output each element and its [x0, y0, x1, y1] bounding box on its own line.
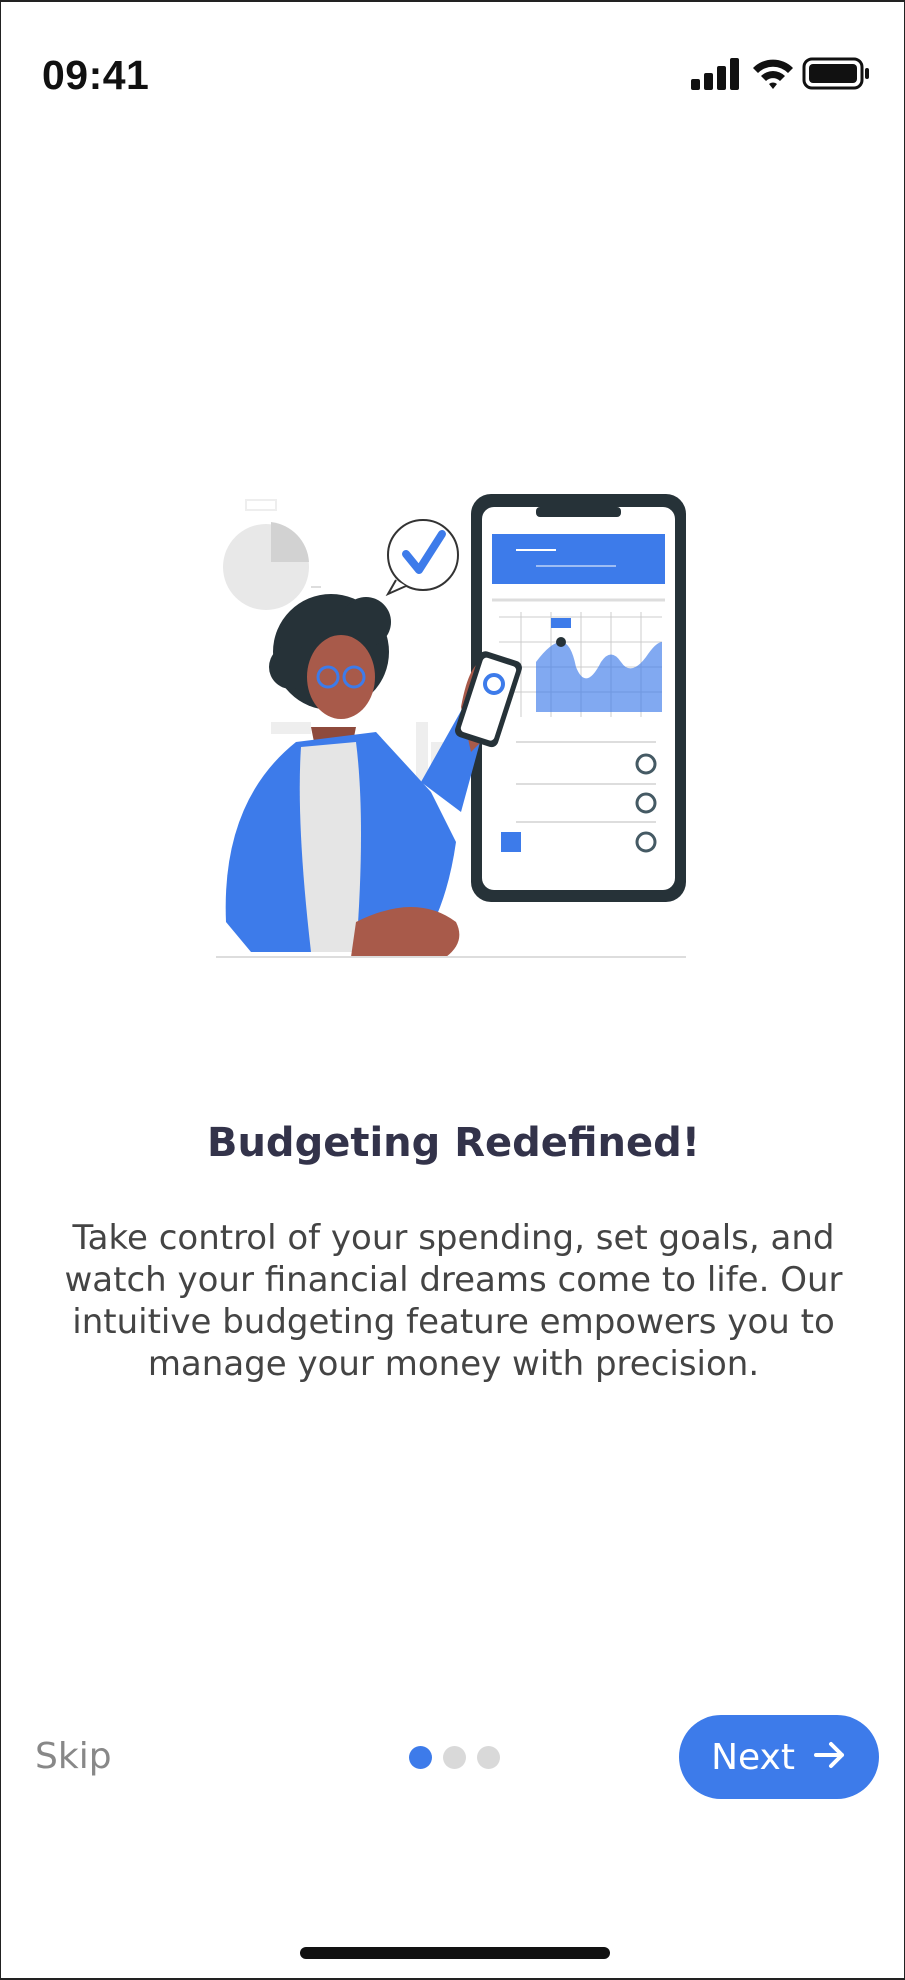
- description-line: Take control of your spending, set goals…: [72, 1218, 835, 1258]
- onboarding-illustration: [216, 492, 696, 962]
- battery-icon: [802, 57, 869, 90]
- onboarding-description: Take control of your spending, set goals…: [61, 1217, 846, 1385]
- page-dot-3[interactable]: [477, 1746, 500, 1769]
- description-line: watch your financial dreams come to life…: [64, 1260, 843, 1300]
- onboarding-title: Budgeting Redefined!: [206, 1120, 701, 1166]
- page-indicator: [409, 1746, 500, 1769]
- onboarding-screen: 09:41 Budgeting Redefined! Take control …: [0, 0, 905, 1980]
- description-line: manage your money with precision.: [147, 1344, 760, 1384]
- arrow-right-icon: [813, 1740, 847, 1775]
- signal-icon: [691, 58, 739, 90]
- page-dot-1[interactable]: [409, 1746, 432, 1769]
- status-time: 09:41: [42, 52, 150, 98]
- next-button[interactable]: Next: [679, 1715, 879, 1799]
- description-line: intuitive budgeting feature empowers you…: [72, 1302, 835, 1342]
- home-indicator[interactable]: [300, 1947, 610, 1959]
- status-icons: [691, 54, 871, 94]
- skip-button[interactable]: Skip: [35, 1736, 112, 1777]
- wifi-icon: [753, 59, 793, 89]
- check-bubble-icon: [385, 519, 459, 597]
- page-dot-2[interactable]: [443, 1746, 466, 1769]
- next-button-label: Next: [711, 1736, 795, 1778]
